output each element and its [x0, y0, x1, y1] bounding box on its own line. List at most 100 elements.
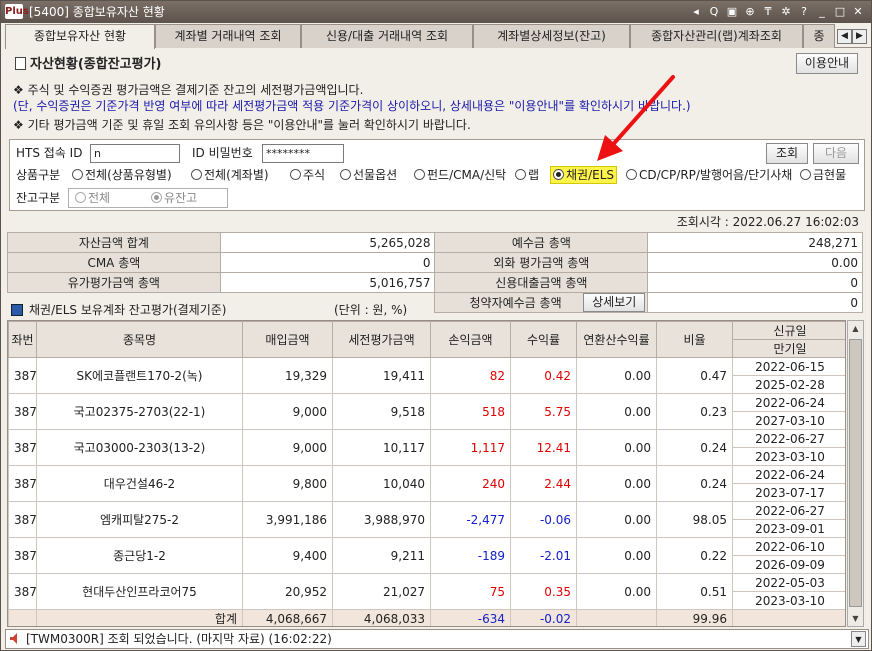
cell-eval: 21,027: [332, 573, 431, 610]
summary-label: 자산금액 합계: [7, 232, 221, 253]
radio-wrap[interactable]: 랩: [515, 167, 539, 183]
radio-balance-all[interactable]: 전체: [75, 190, 110, 206]
cell-open-date: 2022-06-10: [732, 537, 845, 556]
cell-open-date: 2022-06-27: [732, 501, 845, 520]
status-bar: [TWM0300R] 조회 되었습니다. (마지막 자료) (16:02:22)…: [5, 629, 869, 649]
radio-cd-cp-rp[interactable]: CD/CP/RP/발행어음/단기사채: [626, 167, 792, 183]
total-blank: [576, 609, 657, 626]
col-ratio[interactable]: 비율: [656, 321, 733, 358]
radio-label: 선물옵션: [353, 168, 398, 182]
radio-all-by-account[interactable]: 전체(계좌별): [191, 167, 269, 183]
col-maturity[interactable]: 만기일: [732, 339, 845, 358]
cell-buy: 9,400: [242, 537, 333, 574]
table-row[interactable]: 3876(SK에코플랜트170-2(녹)19,32919,411820.420.…: [8, 357, 845, 394]
summary-value: 5,265,028: [219, 232, 436, 253]
col-pl[interactable]: 손익금액: [430, 321, 511, 358]
pin-icon[interactable]: ₸: [761, 4, 775, 19]
total-blank: [8, 609, 37, 626]
col-buy[interactable]: 매입금액: [242, 321, 333, 358]
radio-bond-els[interactable]: 채권/ELS: [550, 166, 618, 184]
table-row[interactable]: 3876(엠캐피탈275-23,991,1863,988,970-2,477-0…: [8, 501, 845, 538]
help-icon[interactable]: ?: [797, 4, 811, 19]
tab-account-transactions[interactable]: 계좌별 거래내역 조회: [155, 24, 301, 48]
cell-buy: 20,952: [242, 573, 333, 610]
tab-account-detail[interactable]: 계좌별상세정보(잔고): [473, 24, 630, 48]
radio-fund-cma-trust[interactable]: 펀드/CMA/신탁: [414, 167, 506, 183]
radio-gold[interactable]: 금현물: [800, 167, 846, 183]
col-name[interactable]: 종목명: [36, 321, 243, 358]
col-rate[interactable]: 수익률: [510, 321, 577, 358]
minimize-icon[interactable]: _: [815, 4, 829, 19]
col-annual[interactable]: 연환산수익률: [576, 321, 657, 358]
tab-prev-icon[interactable]: ◀: [837, 29, 852, 44]
tab-wrap-account[interactable]: 종합자산관리(랩)계좌조회: [630, 24, 803, 48]
table-row[interactable]: 3876(현대두산인프라코어7520,95221,027750.350.000.…: [8, 573, 845, 610]
table-row[interactable]: 3876(국고03000-2303(13-2)9,00010,1171,1171…: [8, 429, 845, 466]
detail-button[interactable]: 상세보기: [583, 293, 646, 312]
holdings-grid: 좌번 종목명 매입금액 세전평가금액 손익금액 수익률 연환산수익률 비율 신규…: [7, 320, 846, 627]
radio-all-by-product[interactable]: 전체(상품유형별): [72, 167, 172, 183]
cell-pl: 75: [430, 573, 511, 610]
scroll-thumb[interactable]: [849, 339, 862, 607]
scroll-down-icon[interactable]: ▼: [848, 611, 863, 626]
table-row[interactable]: 3876(대우건설46-29,80010,0402402.440.000.242…: [8, 465, 845, 502]
notice-box: ❖ 주식 및 수익증권 평가금액은 결제기준 잔고의 세전평가금액입니다. (단…: [9, 81, 865, 137]
scroll-up-icon[interactable]: ▲: [848, 321, 863, 336]
total-blank: [732, 609, 845, 626]
cell-eval: 19,411: [332, 357, 431, 394]
vertical-scrollbar[interactable]: ▲ ▼: [847, 320, 864, 627]
tab-credit-transactions[interactable]: 신용/대출 거래내역 조회: [301, 24, 473, 48]
status-dropdown-icon[interactable]: ▼: [851, 631, 866, 647]
radio-futures-options[interactable]: 선물옵션: [340, 167, 397, 183]
radio-balance-held[interactable]: 유잔고: [151, 190, 197, 206]
cell-pl: -2,477: [430, 501, 511, 538]
settings-icon[interactable]: ✲: [779, 4, 793, 19]
zoom-icon[interactable]: ⊕: [743, 4, 757, 19]
summary-label: 외화 평가금액 총액: [434, 252, 649, 273]
table-row[interactable]: 3876(종근당1-29,4009,211-189-2.010.000.2220…: [8, 537, 845, 574]
cell-eval: 10,040: [332, 465, 431, 502]
cell-account: 3876(: [8, 393, 37, 430]
radio-label: CD/CP/RP/발행어음/단기사채: [639, 168, 793, 182]
summary-label: 유가평가금액 총액: [7, 272, 221, 293]
cell-name: 현대두산인프라코어75: [36, 573, 243, 610]
hts-id-label: HTS 접속 ID: [16, 146, 83, 160]
section-title: 자산현황(종합잔고평가): [15, 53, 161, 72]
window-title: [5400] 종합보유자산 현황: [29, 5, 165, 19]
radio-dot: [515, 169, 526, 180]
cell-pl: 1,117: [430, 429, 511, 466]
cell-account: 3876(: [8, 501, 37, 538]
grid-title: 채권/ELS 보유계좌 잔고평가(결제기준): [11, 301, 226, 318]
tab-holdings[interactable]: 종합보유자산 현황: [5, 24, 155, 49]
col-open-date[interactable]: 신규일: [732, 321, 845, 340]
cell-name: 국고03000-2303(13-2): [36, 429, 243, 466]
password-input[interactable]: ********: [262, 144, 344, 163]
window-controls: ◂ Q ▣ ⊕ ₸ ✲ ? _ □ ✕: [689, 4, 865, 19]
close-icon[interactable]: ✕: [851, 4, 865, 19]
col-account[interactable]: 좌번: [8, 321, 37, 358]
table-row[interactable]: 3876(국고02375-2703(22-1)9,0009,5185185.75…: [8, 393, 845, 430]
cell-maturity: 2026-09-09: [732, 555, 845, 574]
search-icon[interactable]: Q: [707, 4, 721, 19]
next-button[interactable]: 다음: [813, 143, 859, 164]
radio-dot: [626, 169, 637, 180]
screen-icon[interactable]: ▣: [725, 4, 739, 19]
radio-label: 유잔고: [164, 191, 198, 205]
query-button[interactable]: 조회: [766, 143, 808, 164]
col-eval[interactable]: 세전평가금액: [332, 321, 431, 358]
grid-header-row: 좌번 종목명 매입금액 세전평가금액 손익금액 수익률 연환산수익률 비율 신규…: [8, 321, 845, 358]
tab-next-icon[interactable]: ▶: [852, 29, 867, 44]
tab-overflow[interactable]: 종: [803, 24, 835, 48]
cell-open-date: 2022-06-15: [732, 357, 845, 376]
cell-rate: -0.06: [510, 501, 577, 538]
hts-id-input[interactable]: n: [90, 144, 180, 163]
cell-annual: 0.00: [576, 537, 657, 574]
radio-stock[interactable]: 주식: [290, 167, 325, 183]
notice-line-blue: (단, 수익증권은 기준가격 반영 여부에 따라 세전평가금액 적용 기준가격이…: [13, 99, 691, 113]
cell-buy: 9,000: [242, 393, 333, 430]
red-arrow-annotation: [597, 75, 675, 161]
radio-dot: [553, 169, 564, 180]
usage-guide-button[interactable]: 이용안내: [796, 53, 858, 74]
prev-window-icon[interactable]: ◂: [689, 4, 703, 19]
maximize-icon[interactable]: □: [833, 4, 847, 19]
